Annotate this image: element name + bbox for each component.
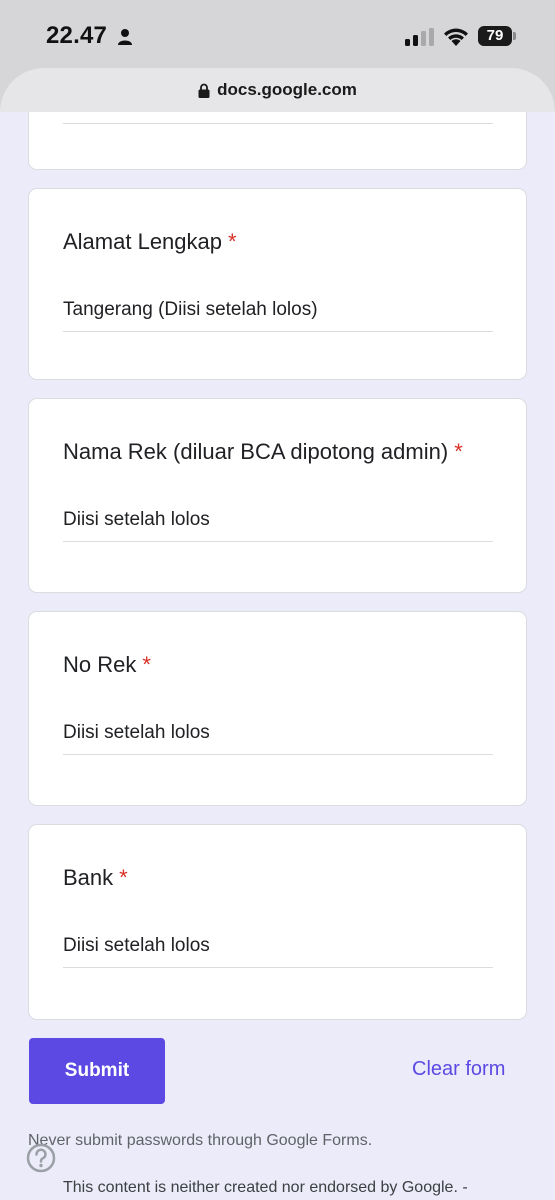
previous-question-card xyxy=(28,112,527,170)
question-card-no-rek: No Rek * Diisi setelah lolos xyxy=(28,611,527,806)
required-asterisk: * xyxy=(228,229,237,254)
question-title: Alamat Lengkap * xyxy=(63,229,237,254)
submit-button[interactable]: Submit xyxy=(29,1038,165,1104)
answer-input-nama-rek[interactable]: Diisi setelah lolos xyxy=(63,509,493,542)
url-text: docs.google.com xyxy=(217,80,357,99)
footer-disclaimer: This content is neither created nor endo… xyxy=(63,1179,468,1196)
person-icon xyxy=(118,29,132,45)
status-bar: 22.47 79 xyxy=(0,0,555,72)
battery-tip xyxy=(513,32,516,40)
status-time: 22.47 xyxy=(46,22,108,49)
question-card-bank: Bank * Diisi setelah lolos xyxy=(28,824,527,1020)
question-title: Bank * xyxy=(63,865,128,890)
question-title: No Rek * xyxy=(63,652,151,677)
form-page: Alamat Lengkap * Tangerang (Diisi setelah… xyxy=(0,112,555,1200)
cellular-signal-icon xyxy=(405,28,434,46)
password-warning: Never submit passwords through Google Fo… xyxy=(28,1132,373,1149)
question-title: Nama Rek (diluar BCA dipotong admin) * xyxy=(63,439,463,464)
required-asterisk: * xyxy=(119,865,128,890)
url-container[interactable]: docs.google.com xyxy=(150,76,405,104)
answer-input-bank[interactable]: Diisi setelah lolos xyxy=(63,935,493,968)
clear-form-button[interactable]: Clear form xyxy=(412,1058,505,1081)
answer-underline xyxy=(63,123,493,124)
wifi-icon xyxy=(444,28,468,46)
answer-input-no-rek[interactable]: Diisi setelah lolos xyxy=(63,722,493,755)
browser-address-bar[interactable]: docs.google.com xyxy=(0,68,555,112)
lock-icon xyxy=(198,83,210,98)
question-card-alamat: Alamat Lengkap * Tangerang (Diisi setelah… xyxy=(28,188,527,380)
question-card-nama-rek: Nama Rek (diluar BCA dipotong admin) * Di… xyxy=(28,398,527,593)
required-asterisk: * xyxy=(142,652,151,677)
help-icon[interactable] xyxy=(26,1143,56,1173)
battery-indicator: 79 xyxy=(478,26,512,46)
answer-input-alamat[interactable]: Tangerang (Diisi setelah lolos) xyxy=(63,299,493,332)
required-asterisk: * xyxy=(454,439,463,464)
